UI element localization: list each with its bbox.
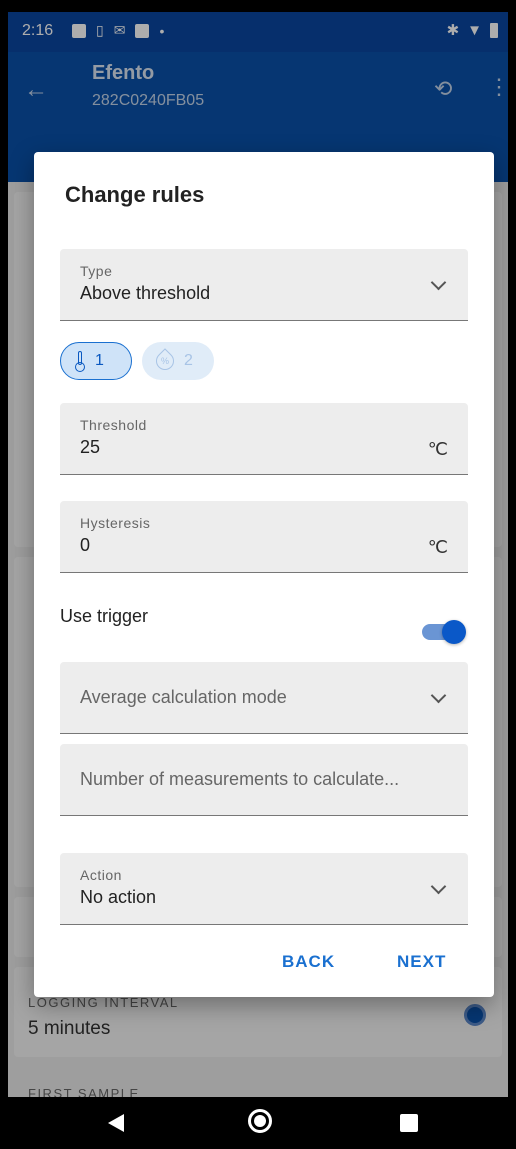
- nav-recents-icon[interactable]: [400, 1114, 418, 1132]
- action-label: Action: [80, 867, 122, 883]
- channel-chip-label: 1: [95, 352, 104, 369]
- change-rules-dialog: Change rules Type Above threshold 1 % 2 …: [34, 152, 494, 997]
- use-trigger-label: Use trigger: [60, 606, 149, 626]
- navigation-bar: [8, 1097, 508, 1149]
- dialog-title: Change rules: [65, 182, 205, 207]
- hysteresis-label: Hysteresis: [80, 515, 151, 531]
- chevron-down-icon: [430, 274, 447, 291]
- next-button[interactable]: NEXT: [397, 952, 446, 972]
- thermometer-icon: [75, 351, 85, 372]
- channel-chip-1[interactable]: 1: [60, 342, 132, 380]
- action-value: No action: [80, 887, 157, 907]
- average-mode-dropdown[interactable]: Average calculation mode: [60, 662, 468, 734]
- nav-back-icon[interactable]: [108, 1114, 124, 1132]
- channel-chip-2[interactable]: % 2: [142, 342, 214, 380]
- average-mode-placeholder: Average calculation mode: [80, 687, 287, 707]
- threshold-label: Threshold: [80, 417, 147, 433]
- type-dropdown[interactable]: Type Above threshold: [60, 249, 468, 321]
- chevron-down-icon: [430, 878, 447, 895]
- toggle-knob: [442, 620, 466, 644]
- num-measurements-input[interactable]: Number of measurements to calculate...: [60, 744, 468, 816]
- hysteresis-unit: ℃: [427, 537, 448, 557]
- sensor-channel-chips: 1 % 2: [60, 342, 214, 380]
- nav-home-icon[interactable]: [248, 1109, 272, 1133]
- phone-screen: 2:16 ▯ ✉ • ✱ ▼ ← Efento 282C0240FB05 ⟲ ⋮…: [8, 12, 508, 1149]
- threshold-unit: ℃: [427, 439, 448, 459]
- back-button[interactable]: BACK: [282, 952, 335, 972]
- hysteresis-value: 0: [80, 535, 91, 555]
- threshold-field[interactable]: Threshold 25 ℃: [60, 403, 468, 475]
- num-measurements-placeholder: Number of measurements to calculate...: [80, 769, 400, 789]
- channel-chip-label: 2: [184, 352, 193, 369]
- action-dropdown[interactable]: Action No action: [60, 853, 468, 925]
- type-value: Above threshold: [80, 283, 211, 303]
- humidity-icon: %: [152, 348, 178, 374]
- threshold-value: 25: [80, 437, 101, 457]
- use-trigger-toggle[interactable]: [422, 620, 466, 644]
- hysteresis-field[interactable]: Hysteresis 0 ℃: [60, 501, 468, 573]
- type-label: Type: [80, 263, 113, 279]
